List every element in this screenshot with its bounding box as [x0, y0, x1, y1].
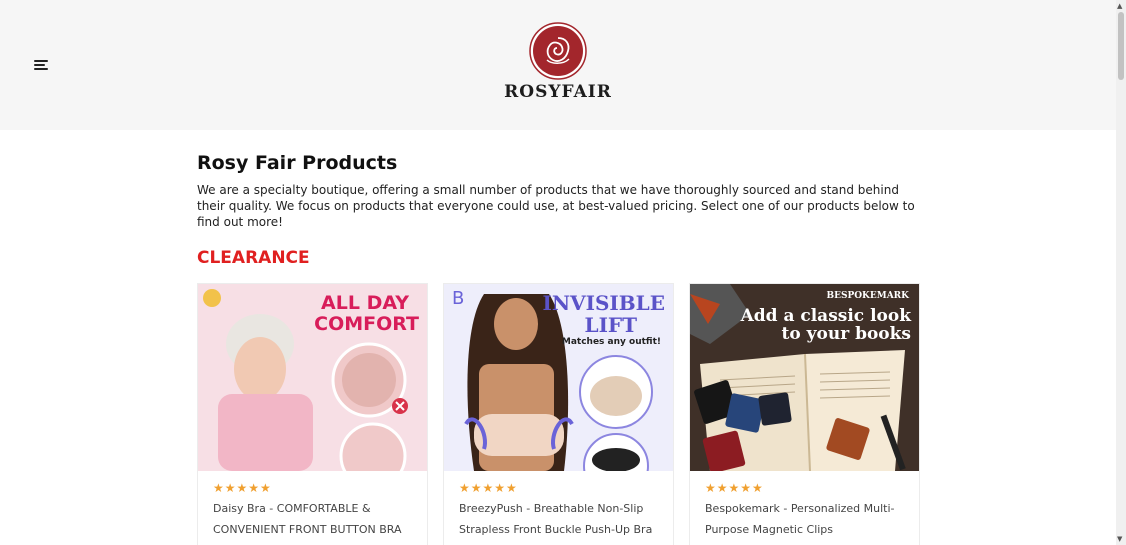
product-card-breezypush[interactable]: B INVISIBLE LIFT Matches any outfit! ★★★… [443, 283, 674, 545]
image-headline-1: ALL DAY [321, 292, 409, 314]
hamburger-menu-icon[interactable] [34, 59, 50, 73]
image-headline-2: LIFT [584, 313, 638, 337]
clearance-heading: CLEARANCE [197, 248, 310, 268]
rose-logo-icon [529, 22, 587, 80]
brand-name: ROSYFAIR [504, 82, 612, 102]
rating-stars: ★★★★★ [459, 481, 518, 495]
page-title: Rosy Fair Products [197, 152, 398, 174]
product-title[interactable]: Bespokemark - Personalized Multi-Purpose… [705, 498, 915, 540]
product-card-daisy-bra[interactable]: ALL DAY COMFORT ★★★★★ Daisy Bra - COMFOR… [197, 283, 428, 545]
site-header: ROSYFAIR [0, 0, 1116, 130]
rating-stars: ★★★★★ [705, 481, 764, 495]
product-image[interactable]: B INVISIBLE LIFT Matches any outfit! [444, 284, 673, 471]
image-headline-1: Add a classic look [740, 306, 911, 326]
page-scrollbar[interactable]: ▲ ▼ [1116, 0, 1126, 545]
scroll-down-icon[interactable]: ▼ [1117, 535, 1122, 543]
image-headline-1: INVISIBLE [542, 291, 665, 315]
brand-logo[interactable]: ROSYFAIR [498, 22, 618, 102]
rating-stars: ★★★★★ [213, 481, 272, 495]
intro-text: We are a specialty boutique, offering a … [197, 183, 915, 229]
brand-badge-icon: B [452, 288, 465, 309]
product-image[interactable]: BESPOKEMARK Add a classic look to your b… [690, 284, 919, 471]
scroll-up-icon[interactable]: ▲ [1117, 2, 1122, 10]
image-headline-2: to your books [781, 324, 911, 344]
product-title[interactable]: Daisy Bra - COMFORTABLE & CONVENIENT FRO… [213, 498, 423, 540]
product-image[interactable]: ALL DAY COMFORT [198, 284, 427, 471]
image-brand: BESPOKEMARK [826, 291, 909, 301]
image-subheadline: Matches any outfit! [561, 337, 661, 347]
product-card-bespokemark[interactable]: BESPOKEMARK Add a classic look to your b… [689, 283, 920, 545]
product-title[interactable]: BreezyPush - Breathable Non-Slip Straple… [459, 498, 669, 540]
image-headline-2: COMFORT [314, 313, 419, 335]
scrollbar-thumb[interactable] [1118, 12, 1124, 80]
